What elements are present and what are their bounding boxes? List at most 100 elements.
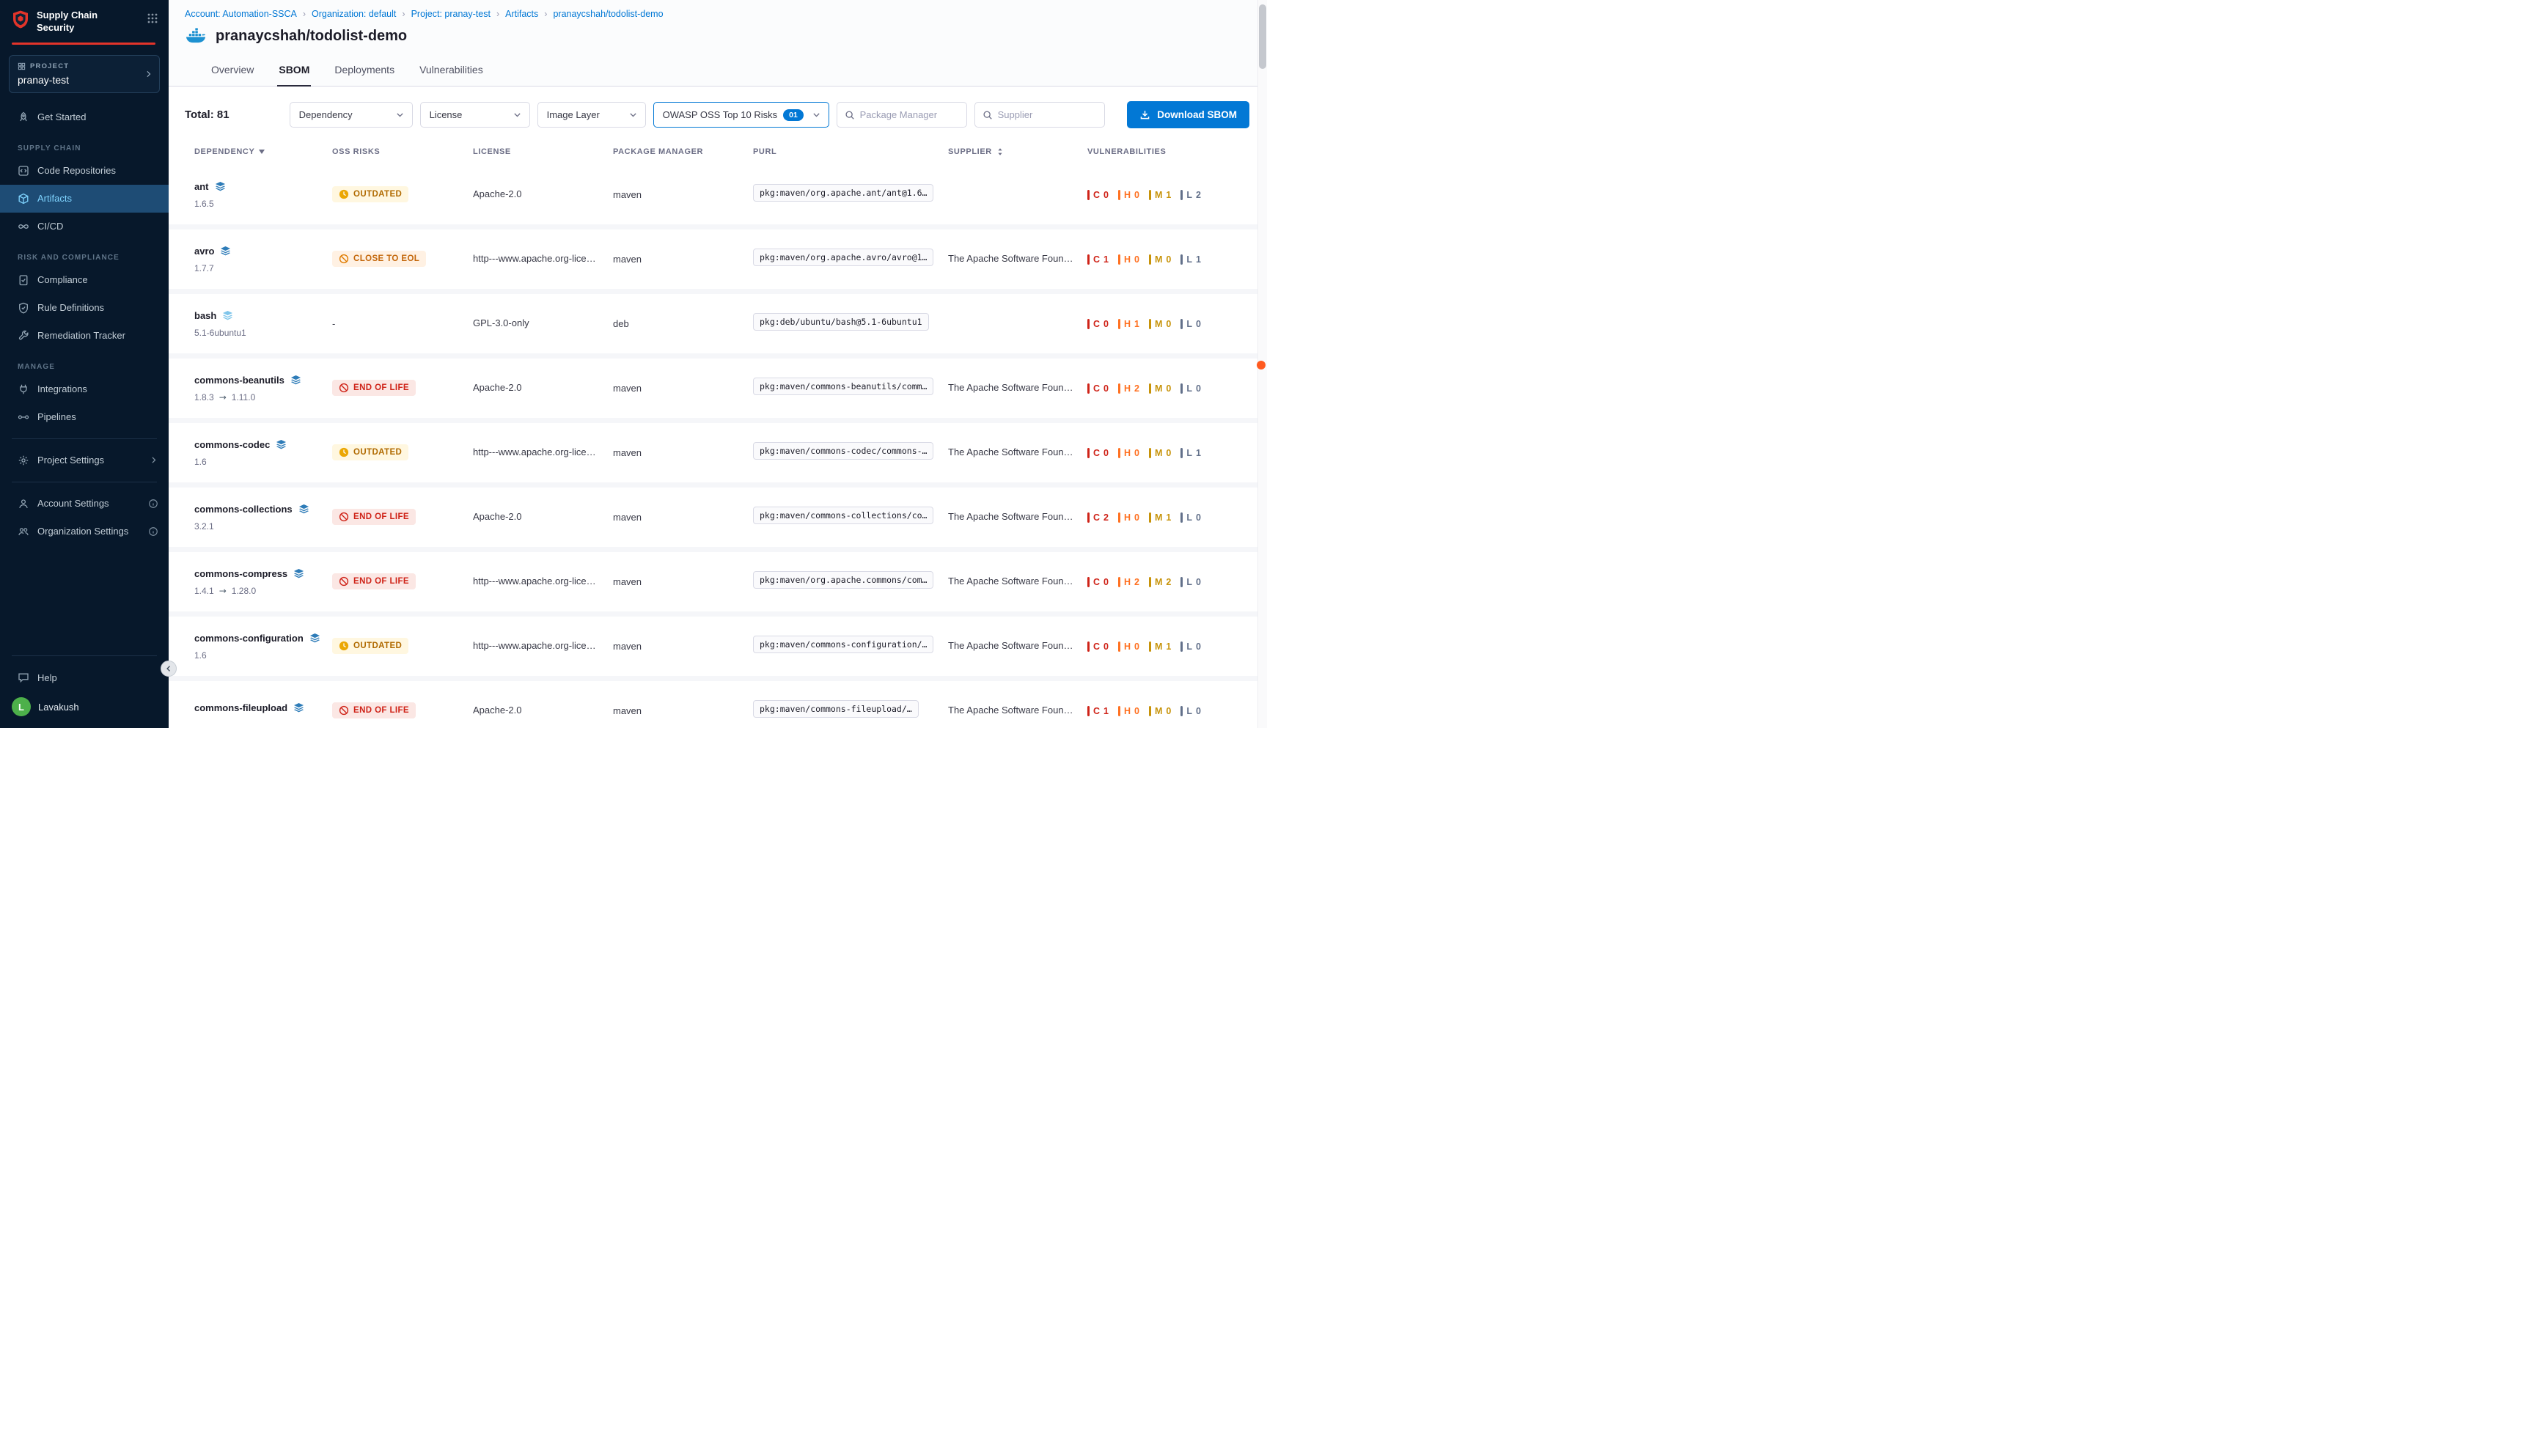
sidebar-item-project-settings[interactable]: Project Settings (0, 446, 169, 474)
vuln-count-l: L2 (1180, 190, 1201, 200)
vuln-count-h: H2 (1118, 383, 1139, 394)
table-row[interactable]: ant1.6.5OUTDATEDApache-2.0mavenpkg:maven… (169, 165, 1267, 224)
column-header-package-manager[interactable]: PACKAGE MANAGER (613, 147, 753, 156)
vuln-count-l: L0 (1180, 512, 1201, 523)
search-icon (845, 110, 855, 120)
sidebar-item-help[interactable]: Help (0, 663, 169, 691)
edge-notification-dot[interactable] (1257, 361, 1266, 369)
column-header-supplier[interactable]: SUPPLIER (948, 147, 1087, 156)
license-cell: http---www.apache.org-lice… (473, 253, 613, 266)
sidebar: Supply Chain Security PROJECT pranay-tes… (0, 0, 169, 728)
breadcrumb-link[interactable]: Project: pranay-test (411, 9, 491, 19)
filter-dropdown-owasp-oss-top-10-risks[interactable]: OWASP OSS Top 10 Risks01 (653, 102, 829, 128)
package-manager-cell: maven (613, 512, 753, 523)
project-icon (18, 62, 26, 70)
user-menu[interactable]: L Lavakush (0, 691, 169, 728)
vuln-number: 0 (1103, 319, 1109, 329)
sidebar-item-label: Project Settings (37, 455, 104, 466)
vuln-letter: M (1155, 319, 1162, 329)
column-header-dependency[interactable]: DEPENDENCY (194, 147, 332, 156)
dependency-cell: bash5.1-6ubuntu1 (194, 310, 332, 338)
sidebar-item-artifacts[interactable]: Artifacts (0, 185, 169, 213)
dependency-version: 1.6.5 (194, 199, 214, 209)
sidebar-item-label: Integrations (37, 383, 87, 394)
column-header-label: OSS RISKS (332, 147, 380, 156)
vuln-number: 0 (1134, 706, 1139, 716)
tab-sbom[interactable]: SBOM (277, 54, 311, 87)
vuln-letter: C (1093, 512, 1100, 523)
dependency-name: commons-collections (194, 504, 293, 515)
sidebar-item-integrations[interactable]: Integrations (0, 375, 169, 403)
vuln-severity-bar (1118, 577, 1120, 587)
account-icon (18, 498, 29, 510)
package-manager-cell: maven (613, 383, 753, 394)
column-header-label: PACKAGE MANAGER (613, 147, 703, 156)
project-name: pranay-test (18, 74, 142, 86)
table-row[interactable]: bash5.1-6ubuntu1-GPL-3.0-onlydebpkg:deb/… (169, 294, 1267, 353)
chevron-right-icon (144, 69, 153, 78)
sidebar-section-label: SUPPLY CHAIN (18, 144, 169, 152)
breadcrumb-link[interactable]: Account: Automation-SSCA (185, 9, 297, 19)
tab-overview[interactable]: Overview (210, 54, 255, 87)
column-header-label: VULNERABILITIES (1087, 147, 1166, 156)
filter-dropdown-license[interactable]: License (420, 102, 530, 128)
sidebar-item-organization-settings[interactable]: Organization Settings (0, 518, 169, 545)
sidebar-collapse-handle[interactable] (161, 661, 177, 677)
vuln-count-l: L0 (1180, 641, 1201, 652)
sidebar-item-label: Help (37, 672, 57, 683)
vuln-number: 0 (1134, 512, 1139, 523)
table-row[interactable]: commons-beanutils1.8.3→1.11.0END OF LIFE… (169, 359, 1267, 418)
oss-risk-badge: OUTDATED (332, 186, 408, 202)
table-row[interactable]: commons-compress1.4.1→1.28.0END OF LIFEh… (169, 552, 1267, 611)
main-content: Account: Automation-SSCA › Organization: d… (169, 0, 1267, 728)
sidebar-item-code-repositories[interactable]: Code Repositories (0, 157, 169, 185)
tab-deployments[interactable]: Deployments (333, 54, 396, 87)
column-header-oss-risks[interactable]: OSS RISKS (332, 147, 473, 156)
download-sbom-button[interactable]: Download SBOM (1127, 101, 1249, 128)
sidebar-item-get-started[interactable]: Get Started (0, 103, 169, 131)
vuln-severity-bar (1087, 577, 1090, 587)
sidebar-item-rule-definitions[interactable]: Rule Definitions (0, 294, 169, 322)
tab-vulnerabilities[interactable]: Vulnerabilities (418, 54, 485, 87)
table-row[interactable]: commons-configuration1.6OUTDATEDhttp---w… (169, 617, 1267, 676)
sidebar-item-account-settings[interactable]: Account Settings (0, 490, 169, 518)
sidebar-item-label: Pipelines (37, 411, 76, 422)
column-header-vulnerabilities[interactable]: VULNERABILITIES (1087, 147, 1252, 156)
search-input-supplier[interactable] (998, 109, 1097, 120)
app-switcher-grid-icon[interactable] (147, 10, 158, 24)
filter-dropdown-image-layer[interactable]: Image Layer (537, 102, 646, 128)
page-scrollbar-thumb[interactable] (1259, 4, 1266, 69)
breadcrumb-link[interactable]: Artifacts (505, 9, 538, 19)
column-header-license[interactable]: LICENSE (473, 147, 613, 156)
sidebar-item-ci-cd[interactable]: CI/CD (0, 213, 169, 240)
table-row[interactable]: commons-fileuploadEND OF LIFEApache-2.0m… (169, 681, 1267, 728)
purl-cell: pkg:maven/commons-configuration/… (753, 636, 948, 657)
rocket-icon (18, 111, 29, 123)
vuln-count-m: M0 (1149, 383, 1171, 394)
vuln-number: 0 (1103, 448, 1109, 458)
sidebar-item-pipelines[interactable]: Pipelines (0, 403, 169, 431)
column-header-label: DEPENDENCY (194, 147, 254, 156)
sidebar-item-remediation-tracker[interactable]: Remediation Tracker (0, 322, 169, 350)
search-input-package-manager[interactable] (860, 109, 959, 120)
table-row[interactable]: commons-codec1.6OUTDATEDhttp---www.apach… (169, 423, 1267, 482)
project-selector[interactable]: PROJECT pranay-test (9, 55, 160, 93)
vuln-count-l: L0 (1180, 706, 1201, 716)
vuln-count-c: C0 (1087, 577, 1109, 587)
package-manager-cell: maven (613, 254, 753, 265)
table-row[interactable]: avro1.7.7CLOSE TO EOLhttp---www.apache.o… (169, 229, 1267, 289)
breadcrumb-separator: › (303, 9, 306, 19)
vuln-number: 0 (1196, 512, 1201, 523)
column-header-purl[interactable]: PURL (753, 147, 948, 156)
sidebar-item-compliance[interactable]: Compliance (0, 266, 169, 294)
chevron-down-icon (389, 110, 405, 120)
breadcrumb-link[interactable]: Organization: default (312, 9, 396, 19)
table-row[interactable]: commons-collections3.2.1END OF LIFEApach… (169, 488, 1267, 547)
package-manager-value: deb (613, 318, 629, 329)
oss-risk-label: END OF LIFE (353, 512, 409, 521)
oss-risk-badge: END OF LIFE (332, 380, 416, 396)
filter-dropdown-dependency[interactable]: Dependency (290, 102, 413, 128)
sidebar-item-label: Rule Definitions (37, 302, 104, 313)
layers-icon (293, 702, 304, 713)
breadcrumb-link[interactable]: pranaycshah/todolist-demo (553, 9, 663, 19)
